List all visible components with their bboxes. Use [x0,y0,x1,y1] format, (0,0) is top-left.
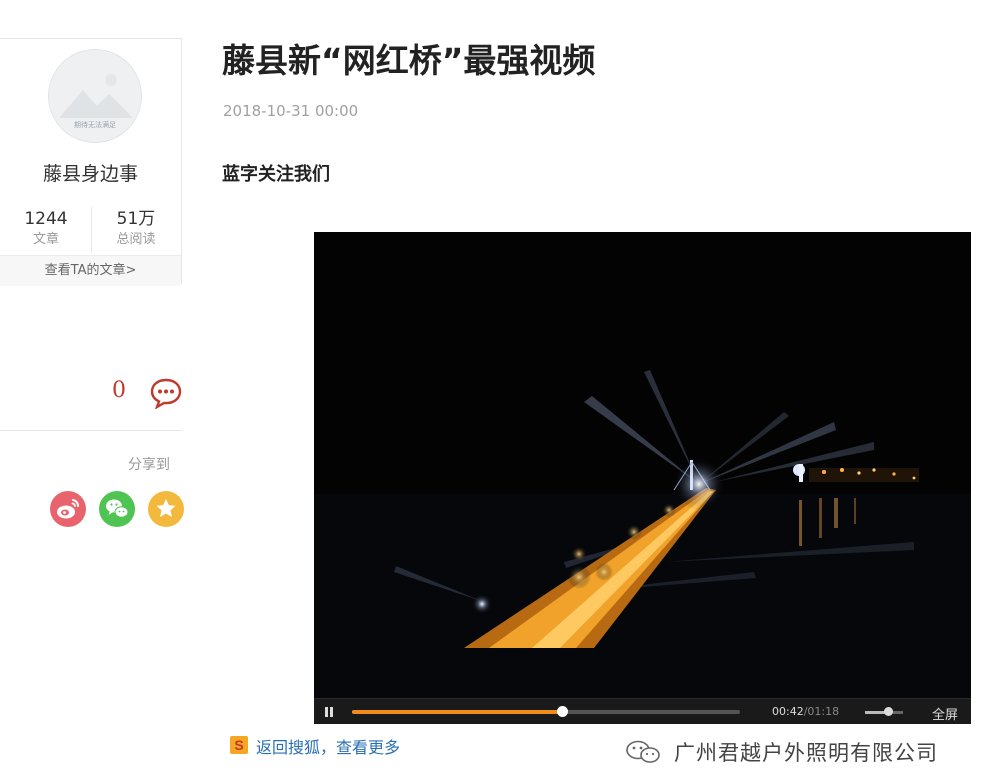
stat-reads-value: 51万 [116,209,156,229]
sohu-logo-icon: S [230,736,248,754]
comment-icon[interactable] [149,377,183,410]
share-wechat-button[interactable] [99,491,135,527]
favorite-icon [156,499,176,517]
avatar-caption: 期待无法满足 [74,121,116,129]
pause-icon-bar [330,707,333,717]
stat-reads-label: 总阅读 [116,232,156,247]
back-to-sohu-text: 返回搜狐，查看更多 [256,738,401,757]
share-label: 分享到 [128,457,170,473]
volume-handle[interactable] [883,707,893,716]
wechat-outline-icon [626,740,660,763]
volume-slider[interactable] [865,707,903,716]
author-avatar[interactable]: 期待无法满足 [48,49,142,143]
weibo-icon [57,499,80,519]
wechat-icon [106,499,129,518]
share-weibo-button[interactable] [50,491,86,527]
time-display: 00:42/01:18 [772,705,839,718]
article-title: 藤县新“网红桥”最强视频 [222,41,596,80]
stat-articles-label: 文章 [32,232,59,247]
stat-articles: 1244 文章 [1,207,91,249]
pause-button[interactable] [322,705,336,719]
fullscreen-button[interactable]: 全屏 [932,704,958,723]
author-card: 期待无法满足 藤县身边事 1244 文章 51万 总阅读 查看TA的文章> [0,38,182,286]
article-lead: 蓝字关注我们 [222,164,330,185]
progress-bar[interactable] [352,706,740,717]
comment-count[interactable]: 0 [112,378,126,403]
view-articles-link[interactable]: 查看TA的文章> [0,255,181,286]
left-divider [0,430,183,431]
article-date: 2018-10-31 00:00 [223,102,359,120]
author-stats: 1244 文章 51万 总阅读 [0,207,181,259]
author-name[interactable]: 藤县身边事 [0,159,181,186]
video-controls: 00:42/01:18 全屏 [314,698,971,724]
video-player[interactable]: 00:42/01:18 全屏 [314,232,971,724]
watermark-text: 广州君越户外照明有限公司 [674,741,938,765]
total-duration: /01:18 [803,705,840,718]
stat-reads: 51万 总阅读 [91,207,181,249]
video-frame-night-bridge[interactable] [314,232,971,698]
current-time: 00:42 [772,705,804,718]
stat-articles-value: 1244 [24,209,68,229]
share-favorite-button[interactable] [148,491,184,527]
pause-icon [325,707,328,717]
progress-fill [352,710,562,714]
progress-handle[interactable] [556,706,568,717]
